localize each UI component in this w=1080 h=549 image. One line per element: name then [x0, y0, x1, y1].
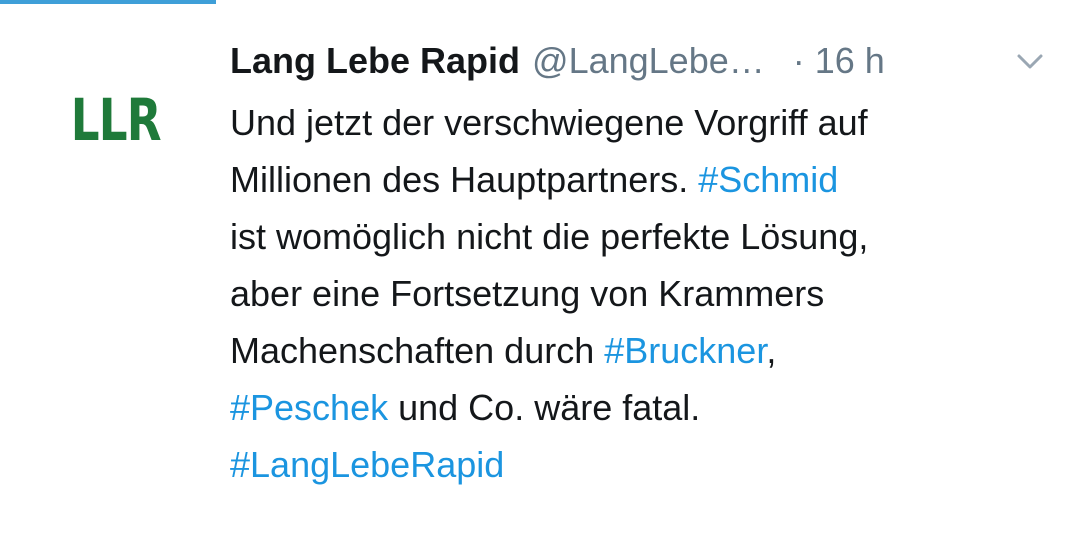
- tweet-text-segment: aber eine Fortsetzung von Krammers: [230, 273, 825, 314]
- avatar[interactable]: LLR: [60, 84, 172, 156]
- tweet-timestamp[interactable]: 16 h: [815, 40, 885, 82]
- active-tab-indicator: [0, 0, 216, 4]
- tweet-line: #LangLebeRapid: [230, 436, 1060, 493]
- header-separator: ·: [792, 40, 805, 81]
- tweet-text-segment: Machenschaften durch: [230, 330, 605, 371]
- tweet-line: Und jetzt der verschwiegene Vorgriff auf: [230, 94, 1060, 151]
- tweet-line: aber eine Fortsetzung von Krammers: [230, 265, 1060, 322]
- tweet-line: #Peschek und Co. wäre fatal.: [230, 379, 1060, 436]
- hashtag-link-bruckner[interactable]: #Bruckner: [604, 330, 766, 371]
- tweet-line: ist womöglich nicht die perfekte Lösung,: [230, 208, 1060, 265]
- tweet-line: Machenschaften durch #Bruckner,: [230, 322, 1060, 379]
- tweet-text-segment: Und jetzt der verschwiegene Vorgriff auf: [230, 102, 868, 143]
- tweet-menu-button[interactable]: [1010, 44, 1050, 80]
- tweet-text-segment: Millionen des Hauptpartners.: [230, 159, 699, 200]
- tweet-header: Lang Lebe Rapid @LangLebe… · 16 h: [230, 36, 1050, 86]
- hashtag-link-peschek[interactable]: #Peschek: [230, 387, 388, 428]
- tweet-text-segment: ,: [766, 330, 777, 371]
- user-handle[interactable]: @LangLebe…: [532, 40, 765, 82]
- tweet-text-segment: und Co. wäre fatal.: [388, 387, 701, 428]
- tweet-text: Und jetzt der verschwiegene Vorgriff auf…: [230, 94, 1060, 493]
- display-name[interactable]: Lang Lebe Rapid: [230, 40, 520, 82]
- avatar-logo-text: LLR: [70, 86, 162, 154]
- tweet-text-segment: ist womöglich nicht die perfekte Lösung,: [230, 216, 869, 257]
- chevron-down-icon: [1017, 54, 1043, 69]
- hashtag-link-langleberapid[interactable]: #LangLebeRapid: [230, 444, 504, 485]
- hashtag-link-schmid[interactable]: #Schmid: [698, 159, 838, 200]
- tweet-line: Millionen des Hauptpartners. #Schmid: [230, 151, 1060, 208]
